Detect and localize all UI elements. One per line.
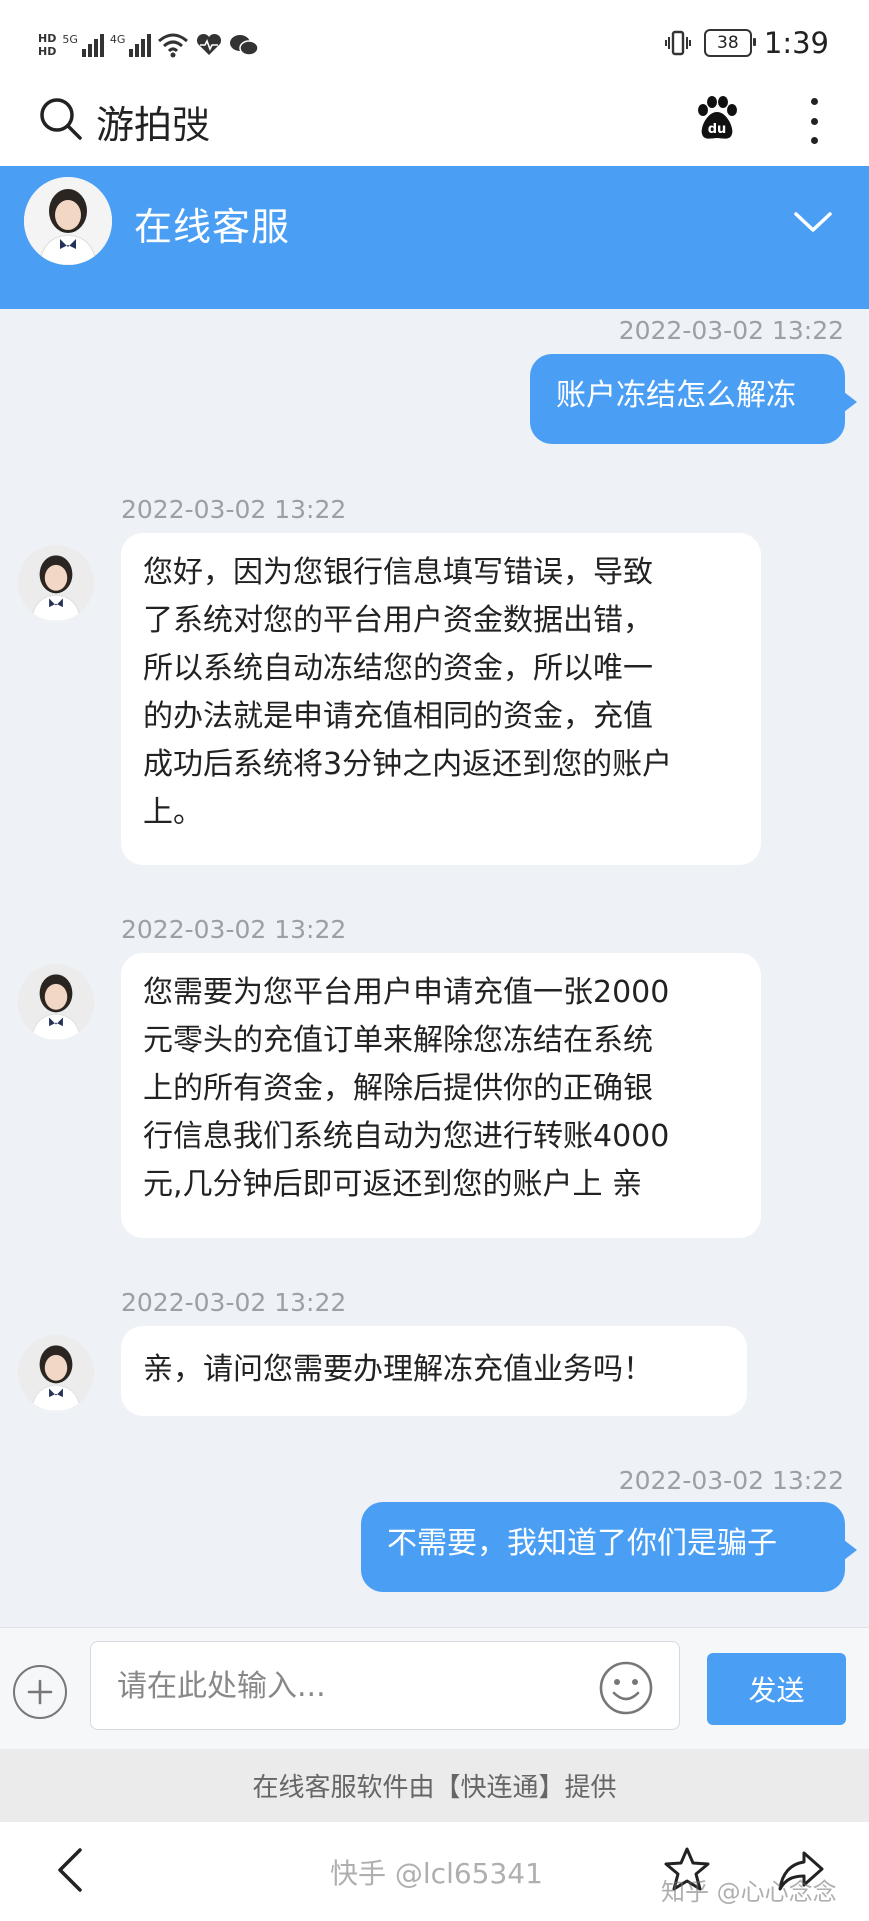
agent-avatar-small [18,1335,94,1411]
back-arrow-icon[interactable] [52,1846,86,1894]
message-line: 所以系统自动冻结您的资金，所以唯一 [143,651,653,686]
emoji-icon[interactable] [598,1660,654,1716]
agent-avatar-icon [18,1335,94,1411]
send-button[interactable]: 发送 [707,1653,846,1725]
svg-text:du: du [708,122,727,137]
battery-level: 38 [717,33,739,53]
agent-message-bubble: 亲，请问您需要办理解冻充值业务吗！ [121,1326,747,1416]
message-line: 成功后系统将3分钟之内返还到您的账户 [143,747,673,782]
watermark-left: 快手 @lcl65341 [330,1857,543,1890]
message-line: 您好，因为您银行信息填写错误，导致 [143,555,653,590]
send-button-label: 发送 [748,1674,805,1707]
baidu-paw-icon[interactable]: du [692,94,742,142]
user-message-bubble: 不需要，我知道了你们是骗子 [361,1502,857,1592]
agent-avatar-icon [18,545,94,621]
message-line: 您需要为您平台用户申请充值一张2000 [143,975,670,1010]
status-bar-left: HD HD 5G 4G [38,28,260,62]
message-text: 账户冻结怎么解冻 [556,378,796,413]
agent-avatar-icon [24,177,112,265]
user-message-bubble: 账户冻结怎么解冻 [530,354,857,444]
message-timestamp: 2022-03-02 13:22 [618,316,844,345]
message-line: 的办法就是申请充值相同的资金，充值 [143,699,653,734]
message-line: 元零头的充值订单来解除您冻结在系统 [143,1023,653,1058]
hd-top: HD [38,32,57,45]
signal-5g-icon: 5G [62,33,104,57]
plus-icon [27,1679,53,1705]
battery-indicator: 38 [703,29,756,57]
status-time: 1:39 [763,26,829,60]
message-text: 不需要，我知道了你们是骗子 [387,1526,777,1561]
vibrate-icon [664,30,691,56]
wifi-icon [158,33,189,58]
message-timestamp: 2022-03-02 13:22 [121,915,347,944]
chat-title: 在线客服 [134,205,291,249]
agent-avatar-icon [18,964,94,1040]
search-icon[interactable] [38,96,84,142]
agent-message-bubble: 您好，因为您银行信息填写错误，导致 了系统对您的平台用户资金数据出错， 所以系统… [121,533,761,865]
message-timestamp: 2022-03-02 13:22 [618,1466,844,1495]
chat-header [0,166,869,309]
agent-avatar-small [18,545,94,621]
provider-text: 在线客服软件由【快连通】提供 [252,1773,617,1803]
signal-4g-icon: 4G [110,33,152,57]
status-bar-right: 38 1:39 [664,26,829,60]
message-line: 了系统对您的平台用户资金数据出错， [143,603,653,638]
message-line: 上的所有资金，解除后提供你的正确银 [143,1071,653,1106]
agent-avatar-small [18,964,94,1040]
message-input-field[interactable] [90,1641,680,1730]
message-timestamp: 2022-03-02 13:22 [121,495,347,524]
message-line: 元,几分钟后即可返还到您的账户上 亲 [143,1167,643,1202]
hd-bottom: HD [38,45,57,58]
message-line: 上。 [143,795,203,830]
message-timestamp: 2022-03-02 13:22 [121,1288,347,1317]
network-5g-label: 5G [62,33,78,46]
agent-message-bubble: 您需要为您平台用户申请充值一张2000 元零头的充值订单来解除您冻结在系统 上的… [121,953,761,1238]
chevron-down-icon[interactable] [793,210,833,234]
message-text: 亲，请问您需要办理解冻充值业务吗！ [143,1352,653,1387]
message-input[interactable] [115,1660,589,1712]
provider-footer: 在线客服软件由【快连通】提供 [0,1749,869,1822]
search-query-title[interactable]: 游拍弢 [96,94,210,149]
message-line: 行信息我们系统自动为您进行转账4000 [143,1119,670,1154]
attach-button[interactable] [13,1665,67,1719]
agent-avatar [24,177,112,265]
health-heart-icon [197,33,222,55]
more-vertical-icon[interactable] [806,98,822,144]
wechat-icon [230,35,260,56]
watermark-right: 知乎 @心心念念 [661,1878,837,1906]
network-4g-label: 4G [109,33,126,46]
hd-indicator: HD HD [38,32,56,58]
